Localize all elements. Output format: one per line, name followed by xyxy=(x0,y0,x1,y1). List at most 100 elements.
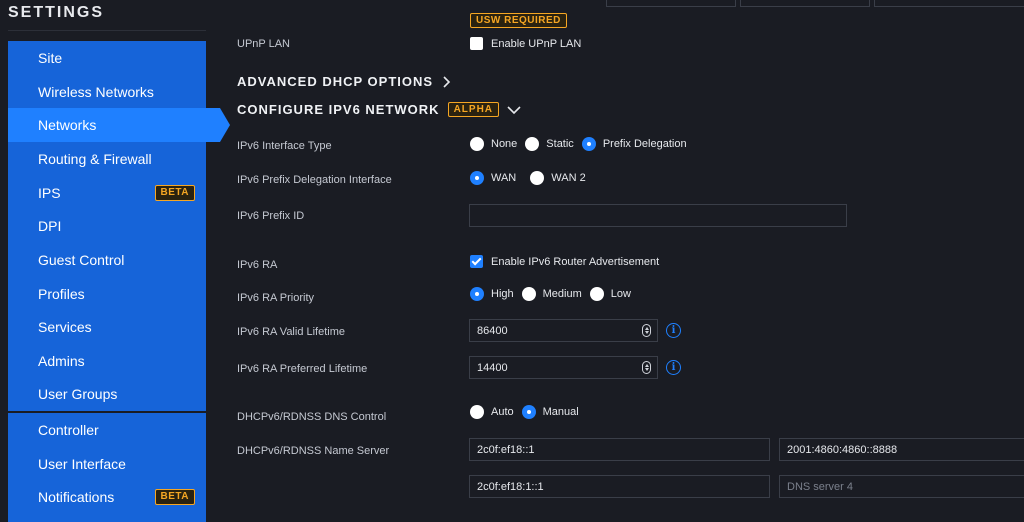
radio-button[interactable] xyxy=(530,171,545,185)
ipv6-ra-valid-input[interactable]: 86400 xyxy=(469,319,658,342)
sidebar-item-routing-firewall[interactable]: Routing & Firewall xyxy=(8,142,206,176)
ipv6-ra-checkbox-row[interactable]: Enable IPv6 Router Advertisement xyxy=(470,255,659,268)
ipv6-interface-type-radios: None Static Prefix Delegation xyxy=(470,137,695,151)
ipv6-ra-preferred-label: IPv6 RA Preferred Lifetime xyxy=(237,363,368,375)
upnp-checkbox-row[interactable]: Enable UPnP LAN xyxy=(470,37,581,50)
sidebar-item-label: Notifications xyxy=(38,489,115,505)
sidebar-item-label: Routing & Firewall xyxy=(38,151,152,167)
ipv6-ra-checkbox[interactable] xyxy=(470,255,483,268)
dns-server-1-input[interactable]: 2c0f:ef18::1 xyxy=(469,438,770,461)
sidebar-item-label: IPS xyxy=(38,185,61,201)
radio-option-low[interactable]: Low xyxy=(589,287,631,301)
upnp-checkbox-label: Enable UPnP LAN xyxy=(491,37,582,50)
top-cutoff-field xyxy=(874,0,1024,7)
radio-label: Manual xyxy=(542,406,579,418)
alpha-badge: ALPHA xyxy=(447,102,500,117)
usw-required-badge: USW REQUIRED xyxy=(470,10,567,28)
sidebar-item-dpi[interactable]: DPI xyxy=(8,209,206,243)
radio-label: Auto xyxy=(491,406,514,418)
radio-option-high[interactable]: High xyxy=(470,287,514,301)
ipv6-ra-checkbox-label: Enable IPv6 Router Advertisement xyxy=(491,255,660,268)
sidebar-item-ips[interactable]: IPS BETA xyxy=(8,176,206,210)
ipv6-pd-interface-label: IPv6 Prefix Delegation Interface xyxy=(237,174,392,186)
sidebar-item-label: Profiles xyxy=(38,286,85,302)
sidebar-item-profiles[interactable]: Profiles xyxy=(8,277,206,311)
chevron-down-icon xyxy=(507,105,521,114)
sidebar-item-user-groups[interactable]: User Groups xyxy=(8,377,206,411)
sidebar-item-site[interactable]: Site xyxy=(8,41,206,75)
beta-badge: BETA xyxy=(154,185,195,201)
advanced-dhcp-title: ADVANCED DHCP OPTIONS xyxy=(237,74,434,89)
sidebar-item-controller[interactable]: Controller xyxy=(8,413,206,447)
ipv6-prefix-id-input[interactable] xyxy=(469,204,847,227)
ipv6-ra-priority-radios: High Medium Low xyxy=(470,287,639,301)
dns-server-3-input[interactable]: 2c0f:ef18:1::1 xyxy=(469,475,770,498)
sidebar-title: SETTINGS xyxy=(8,4,105,21)
sidebar-item-guest-control[interactable]: Guest Control xyxy=(8,243,206,277)
radio-button[interactable] xyxy=(521,405,536,419)
sidebar-item-label: Wireless Networks xyxy=(38,84,154,100)
name-server-label: DHCPv6/RDNSS Name Server xyxy=(237,445,390,457)
usw-required-text: USW REQUIRED xyxy=(470,13,567,28)
ipv6-ra-preferred-value: 14400 xyxy=(477,361,508,374)
sidebar-item-label: DPI xyxy=(38,218,62,234)
radio-button[interactable] xyxy=(470,171,484,185)
sidebar-item-label: Networks xyxy=(38,117,97,133)
ipv6-section-toggle[interactable]: CONFIGURE IPV6 NETWORK ALPHA xyxy=(237,102,521,117)
sidebar-item-notifications[interactable]: Notifications BETA xyxy=(8,480,206,514)
ipv6-ra-label: IPv6 RA xyxy=(237,259,278,271)
radio-button[interactable] xyxy=(470,287,484,301)
number-spinner-icon[interactable] xyxy=(642,361,651,374)
chevron-right-icon xyxy=(443,75,451,88)
dns-server-2-input[interactable]: 2001:4860:4860::8888 xyxy=(779,438,1024,461)
radio-button[interactable] xyxy=(521,287,536,301)
radio-label: None xyxy=(491,138,518,150)
dns-server-4-input[interactable]: DNS server 4 xyxy=(779,475,1024,498)
sidebar-item-wireless-networks[interactable]: Wireless Networks xyxy=(8,75,206,109)
radio-option-static[interactable]: Static xyxy=(525,137,574,151)
ipv6-prefix-id-label: IPv6 Prefix ID xyxy=(237,210,305,222)
radio-button[interactable] xyxy=(470,137,484,151)
nav-group-controller: Controller User Interface Notifications B… xyxy=(8,413,206,522)
nav-group-site: Site Wireless Networks Networks Routing … xyxy=(8,41,230,411)
sidebar-item-label: Guest Control xyxy=(38,252,125,268)
upnp-checkbox[interactable] xyxy=(470,37,483,50)
sidebar-item-label: User Groups xyxy=(38,386,118,402)
sidebar-item-label: Services xyxy=(38,319,92,335)
radio-option-wan2[interactable]: WAN 2 xyxy=(530,171,586,185)
radio-label: Low xyxy=(610,288,631,300)
radio-button[interactable] xyxy=(581,137,596,151)
beta-badge: BETA xyxy=(154,489,195,505)
ipv6-ra-priority-label: IPv6 RA Priority xyxy=(237,292,315,304)
sidebar-item-networks[interactable]: Networks xyxy=(8,108,230,142)
ipv6-interface-type-label: IPv6 Interface Type xyxy=(237,140,332,152)
radio-option-none[interactable]: None xyxy=(470,137,517,151)
radio-button[interactable] xyxy=(525,137,540,151)
radio-label: Static xyxy=(546,138,574,150)
radio-label: Prefix Delegation xyxy=(602,138,687,150)
sidebar-item-admins[interactable]: Admins xyxy=(8,344,206,378)
radio-button[interactable] xyxy=(470,405,484,419)
ipv6-section-title: CONFIGURE IPV6 NETWORK xyxy=(237,102,440,117)
radio-option-wan[interactable]: WAN xyxy=(470,171,516,185)
radio-option-manual[interactable]: Manual xyxy=(521,405,579,419)
advanced-dhcp-toggle[interactable]: ADVANCED DHCP OPTIONS xyxy=(237,74,451,89)
divider xyxy=(8,30,206,31)
radio-label: High xyxy=(491,288,514,300)
sidebar-item-services[interactable]: Services xyxy=(8,310,206,344)
upnp-label: UPnP LAN xyxy=(237,38,290,50)
number-spinner-icon[interactable] xyxy=(642,324,651,337)
dns-control-radios: Auto Manual xyxy=(470,405,587,419)
settings-sidebar: SETTINGS Site Wireless Networks Networks… xyxy=(0,0,230,522)
radio-button[interactable] xyxy=(589,287,604,301)
sidebar-item-user-interface[interactable]: User Interface xyxy=(8,447,206,481)
dns-control-label: DHCPv6/RDNSS DNS Control xyxy=(237,411,387,423)
info-icon[interactable]: i xyxy=(666,360,681,375)
radio-option-prefix-delegation[interactable]: Prefix Delegation xyxy=(581,137,687,151)
radio-label: WAN xyxy=(491,172,517,184)
radio-option-medium[interactable]: Medium xyxy=(521,287,582,301)
radio-label: Medium xyxy=(542,288,582,300)
radio-option-auto[interactable]: Auto xyxy=(470,405,514,419)
ipv6-ra-preferred-input[interactable]: 14400 xyxy=(469,356,658,379)
info-icon[interactable]: i xyxy=(666,323,681,338)
